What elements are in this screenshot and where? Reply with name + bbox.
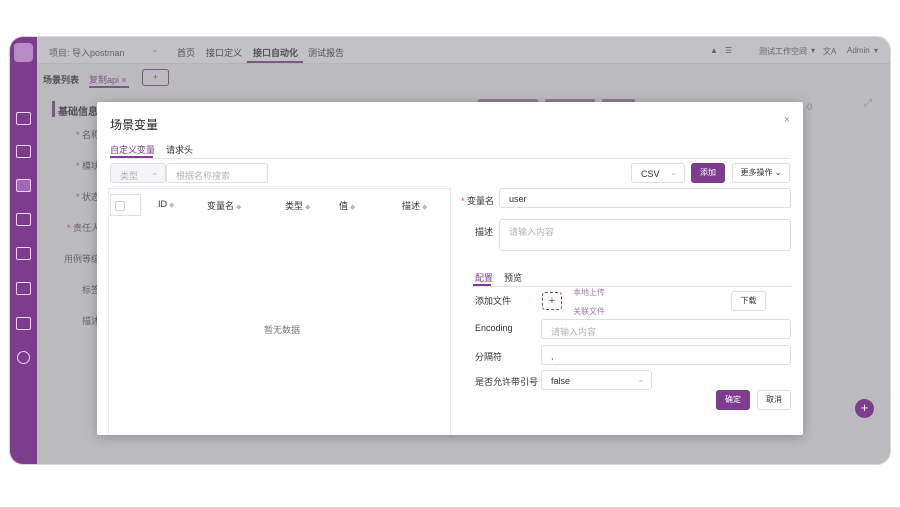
encoding-placeholder: 请输入内容: [551, 327, 597, 337]
more-actions-button[interactable]: 更多操作 ⌄: [732, 163, 790, 183]
ui-icon[interactable]: [16, 213, 31, 226]
add-fab-button[interactable]: +: [855, 399, 874, 418]
sort-icon: ◆: [305, 204, 311, 211]
column-header-type[interactable]: 类型 ◆: [285, 199, 310, 212]
cancel-button[interactable]: 取消: [757, 390, 791, 410]
project-icon[interactable]: [16, 317, 31, 330]
tab-divider: [110, 158, 790, 159]
type-filter-select[interactable]: 类型 ⌄: [110, 163, 166, 183]
select-all-checkbox[interactable]: [115, 201, 125, 211]
dialog-title: 场景变量: [110, 118, 159, 132]
subtab-config[interactable]: 配置: [475, 271, 493, 284]
column-header-label: 类型: [285, 201, 304, 211]
search-input[interactable]: 根据名称搜索: [166, 163, 268, 183]
encoding-input[interactable]: 请输入内容: [541, 319, 791, 339]
performance-icon[interactable]: [16, 247, 31, 260]
column-header-description[interactable]: 描述 ◆: [402, 199, 427, 212]
quote-select[interactable]: false ⌄: [541, 370, 652, 390]
var-name-label: * 变量名: [461, 194, 494, 207]
download-button[interactable]: 下载: [731, 291, 766, 311]
sort-icon: ◆: [169, 202, 175, 209]
add-file-label: 添加文件: [475, 296, 512, 306]
chevron-down-icon: ⌄: [151, 168, 158, 177]
column-header-label: ID: [158, 199, 167, 209]
select-column-cell: [110, 194, 141, 216]
var-name-input[interactable]: user: [499, 188, 791, 208]
column-header-id[interactable]: ID ◆: [158, 199, 174, 209]
column-header-label: 值: [339, 201, 349, 211]
sort-icon: ◆: [236, 204, 242, 211]
quote-value: false: [551, 376, 571, 386]
scenario-variables-dialog: 场景变量 × 自定义变量 请求头 类型 ⌄ 根据名称搜索 CSV ⌄ 添加 更多…: [97, 102, 803, 435]
subtab-preview[interactable]: 预览: [504, 271, 522, 284]
app-logo-icon: [14, 43, 33, 62]
variables-table: ID ◆ 变量名 ◆ 类型 ◆ 值 ◆ 描述 ◆ 暂无数据: [108, 188, 451, 435]
subtab-divider: [473, 286, 791, 287]
monitor-icon[interactable]: [16, 112, 31, 125]
format-value: CSV: [641, 169, 660, 179]
add-button[interactable]: 添加: [691, 163, 725, 183]
encoding-label: Encoding: [475, 323, 513, 333]
desc-label: 描述: [475, 227, 494, 237]
column-header-var-name[interactable]: 变量名 ◆: [207, 199, 241, 212]
report-icon[interactable]: [16, 282, 31, 295]
var-name-label-text: 变量名: [467, 196, 495, 206]
column-header-value[interactable]: 值 ◆: [339, 199, 355, 212]
close-icon[interactable]: ×: [784, 114, 790, 126]
format-select[interactable]: CSV ⌄: [631, 163, 685, 183]
chevron-down-icon: ⌄: [774, 168, 782, 177]
api-icon[interactable]: [16, 179, 31, 192]
chevron-down-icon: ⌄: [670, 168, 677, 177]
confirm-button[interactable]: 确定: [716, 390, 750, 410]
search-placeholder: 根据名称搜索: [176, 171, 231, 181]
desc-placeholder: 请输入内容: [509, 227, 555, 237]
tab-request-headers[interactable]: 请求头: [166, 143, 193, 156]
sidebar: [10, 37, 37, 464]
delimiter-label: 分隔符: [475, 352, 503, 362]
menu-item-link-file[interactable]: 关联文件: [573, 306, 605, 317]
menu-item-local-upload[interactable]: 本地上传: [573, 287, 605, 298]
empty-state-text: 暂无数据: [264, 325, 301, 335]
delimiter-input[interactable]: ,: [541, 345, 791, 365]
column-header-label: 变量名: [207, 201, 235, 211]
chevron-down-icon: ⌄: [637, 375, 644, 384]
quote-label: 是否允许带引号: [475, 377, 539, 387]
clipboard-icon[interactable]: [16, 145, 31, 158]
tab-custom-variables[interactable]: 自定义变量: [110, 143, 155, 156]
type-filter-placeholder: 类型: [120, 171, 139, 181]
settings-icon[interactable]: [17, 351, 30, 364]
more-actions-label: 更多操作: [740, 168, 773, 177]
column-header-label: 描述: [402, 201, 421, 211]
upload-icon[interactable]: +: [542, 292, 562, 310]
sort-icon: ◆: [350, 204, 356, 211]
delimiter-value: ,: [551, 351, 554, 361]
var-name-value: user: [509, 194, 527, 204]
sort-icon: ◆: [422, 204, 428, 211]
desc-textarea[interactable]: 请输入内容: [499, 219, 791, 251]
